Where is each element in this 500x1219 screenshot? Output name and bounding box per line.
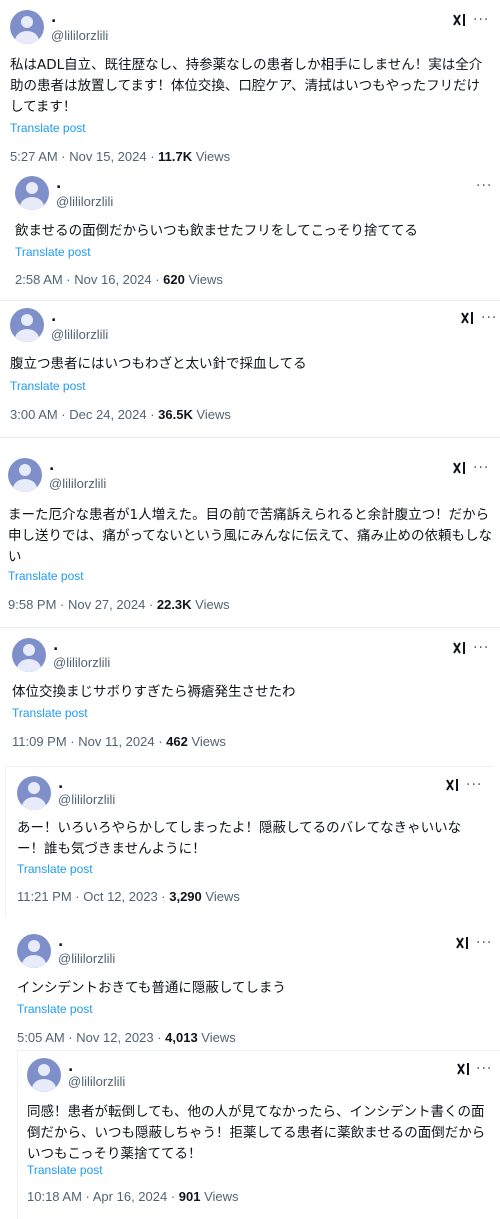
post-text: 体位交換まじサボりすぎたら褥瘡発生させたわ [12, 684, 296, 700]
timestamp[interactable]: 5:05 AM · Nov 12, 2023 · [17, 1030, 165, 1045]
more-icon[interactable]: ··· [481, 311, 497, 325]
timestamp[interactable]: 10:18 AM · Apr 16, 2024 · [27, 1189, 179, 1204]
post-meta: 10:18 AM · Apr 16, 2024 · 901 Views [27, 1189, 239, 1205]
translate-post-link[interactable]: Translate post [17, 862, 93, 876]
post-meta: 9:58 PM · Nov 27, 2024 · 22.3K Views [8, 597, 230, 613]
avatar[interactable] [8, 458, 42, 492]
post-meta: 3:00 AM · Dec 24, 2024 · 36.5K Views [10, 407, 231, 423]
post-text: 同感！患者が転倒しても、他の人が見てなかったら、インシデント書くの面倒だから、い… [27, 1104, 486, 1162]
views-label: Views [197, 1030, 236, 1045]
post-text: 私はADL自立、既往歴なし、持参薬なしの患者しか相手にしません！実は全介助の患者… [10, 57, 483, 115]
user-handle[interactable]: @lililorzlili [58, 792, 115, 808]
user-handle[interactable]: @lililorzlili [56, 194, 113, 210]
view-count: 462 [166, 734, 188, 749]
grok-icon[interactable] [445, 777, 461, 793]
views-label: Views [192, 149, 231, 164]
view-count: 22.3K [156, 597, 192, 612]
translate-post-link[interactable]: Translate post [17, 1002, 93, 1016]
more-icon[interactable]: ··· [473, 461, 489, 475]
timestamp[interactable]: 3:00 AM · Dec 24, 2024 · [10, 407, 158, 422]
translate-post-link[interactable]: Translate post [15, 245, 91, 259]
translate-post-link[interactable]: Translate post [8, 569, 84, 583]
avatar[interactable] [17, 934, 51, 968]
post[interactable]: . @lililorzlili ··· まーた厄介な患者が1人増えた。目の前で苦… [0, 447, 500, 627]
views-label: Views [192, 407, 231, 422]
timestamp[interactable]: 11:09 PM · Nov 11, 2024 · [12, 734, 166, 749]
more-icon[interactable]: ··· [473, 13, 489, 27]
user-handle[interactable]: @lililorzlili [51, 327, 108, 343]
translate-post-link[interactable]: Translate post [10, 379, 86, 393]
timestamp[interactable]: 11:21 PM · Oct 12, 2023 · [17, 889, 169, 904]
avatar[interactable] [12, 638, 46, 672]
post[interactable]: . @lililorzlili ··· あー！いろいろやらかしてしまったよ！隠蔽… [5, 766, 494, 916]
avatar[interactable] [10, 308, 44, 342]
translate-post-link[interactable]: Translate post [12, 706, 88, 720]
user-handle[interactable]: @lililorzlili [51, 28, 108, 44]
avatar[interactable] [27, 1058, 61, 1092]
display-name[interactable]: . [53, 639, 58, 653]
translate-post-link[interactable]: Translate post [27, 1163, 103, 1177]
timestamp[interactable]: 2:58 AM · Nov 16, 2024 · [15, 272, 163, 287]
view-count: 11.7K [158, 149, 193, 164]
more-icon[interactable]: ··· [476, 1062, 492, 1076]
post[interactable]: . @lililorzlili ··· 飲ませるの面倒だからいつも飲ませたフリを… [0, 170, 500, 300]
post-text: 腹立つ患者にはいつもわざと太い針で採血してる [10, 356, 307, 372]
post-meta: 2:58 AM · Nov 16, 2024 · 620 Views [15, 272, 223, 288]
views-label: Views [200, 1189, 239, 1204]
grok-icon[interactable] [456, 1061, 472, 1077]
more-icon[interactable]: ··· [473, 641, 489, 655]
post[interactable]: . @lililorzlili ··· 腹立つ患者にはいつもわざと太い針で採血し… [0, 301, 500, 437]
user-handle[interactable]: @lililorzlili [49, 476, 106, 492]
view-count: 4,013 [165, 1030, 198, 1045]
timestamp[interactable]: 5:27 AM · Nov 15, 2024 · [10, 149, 158, 164]
view-count: 36.5K [158, 407, 193, 422]
display-name[interactable]: . [56, 177, 61, 191]
post[interactable]: . @lililorzlili ··· インシデントおきても普通に隠蔽してしまう… [0, 926, 500, 1050]
views-label: Views [201, 889, 240, 904]
views-label: Views [184, 272, 223, 287]
avatar[interactable] [17, 776, 51, 810]
grok-icon[interactable] [460, 310, 476, 326]
translate-post-link[interactable]: Translate post [10, 121, 86, 135]
grok-icon[interactable] [452, 12, 468, 28]
post[interactable]: . @lililorzlili ··· 私はADL自立、既往歴なし、持参薬なしの… [0, 0, 500, 170]
post-meta: 11:21 PM · Oct 12, 2023 · 3,290 Views [17, 889, 240, 905]
timestamp[interactable]: 9:58 PM · Nov 27, 2024 · [8, 597, 157, 612]
view-count: 901 [178, 1189, 201, 1204]
user-handle[interactable]: @lililorzlili [53, 655, 110, 671]
post-text: あー！いろいろやらかしてしまったよ！隠蔽してるのバレてなきゃいいなー！誰も気づき… [17, 820, 462, 857]
display-name[interactable]: . [51, 310, 56, 324]
user-handle[interactable]: @lililorzlili [68, 1074, 125, 1090]
post-text: 飲ませるの面倒だからいつも飲ませたフリをしてこっそり捨ててる [15, 223, 418, 239]
display-name[interactable]: . [49, 459, 54, 473]
more-icon[interactable]: ··· [476, 936, 492, 950]
post-text: インシデントおきても普通に隠蔽してしまう [17, 980, 286, 996]
display-name[interactable]: . [68, 1060, 73, 1074]
display-name[interactable]: . [58, 777, 63, 791]
more-icon[interactable]: ··· [476, 179, 492, 193]
post-meta: 5:27 AM · Nov 15, 2024 · 11.7K Views [10, 149, 230, 165]
views-label: Views [187, 734, 226, 749]
avatar[interactable] [15, 176, 49, 210]
post-meta: 5:05 AM · Nov 12, 2023 · 4,013 Views [17, 1030, 236, 1046]
divider [0, 437, 500, 438]
display-name[interactable]: . [58, 935, 63, 949]
avatar[interactable] [10, 10, 44, 44]
post[interactable]: . @lililorzlili ··· 同感！患者が転倒しても、他の人が見てなか… [17, 1050, 500, 1219]
display-name[interactable]: . [51, 11, 56, 25]
view-count: 620 [163, 272, 185, 287]
post-text: まーた厄介な患者が1人増えた。目の前で苦痛訴えられると余計腹立つ！だから申し送り… [8, 507, 492, 565]
views-label: Views [191, 597, 230, 612]
more-icon[interactable]: ··· [466, 778, 482, 792]
grok-icon[interactable] [455, 935, 471, 951]
post[interactable]: . @lililorzlili ··· 体位交換まじサボりすぎたら褥瘡発生させた… [0, 628, 500, 758]
user-handle[interactable]: @lililorzlili [58, 951, 115, 967]
view-count: 3,290 [169, 889, 202, 904]
grok-icon[interactable] [452, 640, 468, 656]
grok-icon[interactable] [452, 460, 468, 476]
post-meta: 11:09 PM · Nov 11, 2024 · 462 Views [12, 734, 226, 750]
